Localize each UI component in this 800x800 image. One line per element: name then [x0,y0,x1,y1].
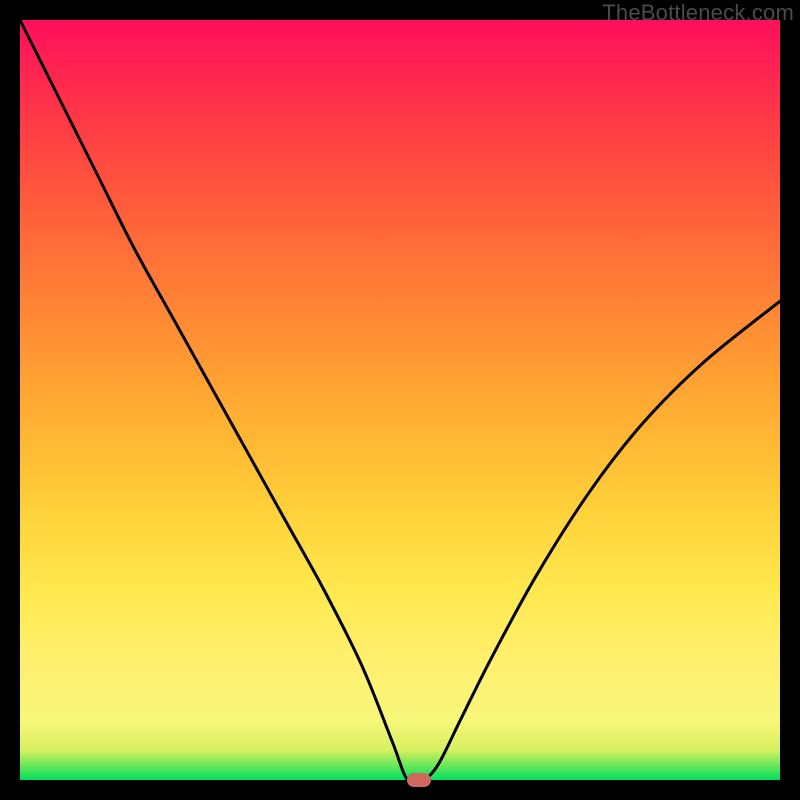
optimal-marker [407,773,431,787]
plot-area [20,20,780,780]
chart-frame: TheBottleneck.com [0,0,800,800]
bottleneck-curve [20,20,780,780]
